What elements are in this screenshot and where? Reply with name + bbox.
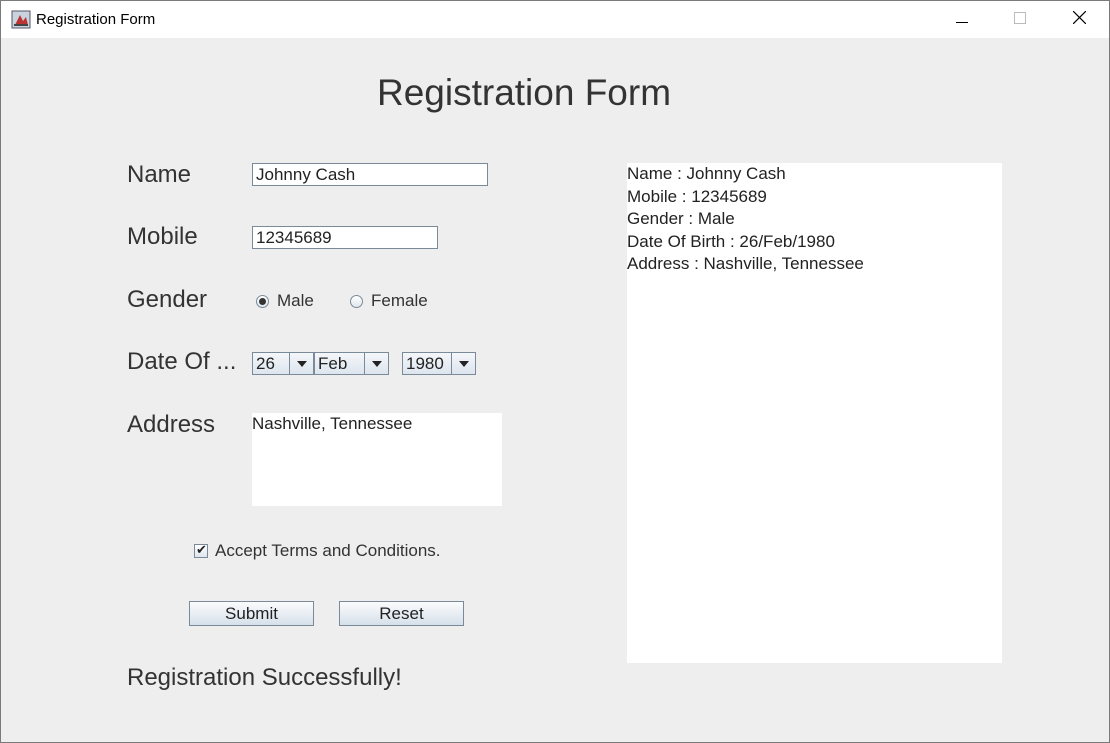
output-line: Address : Nashville, Tennessee bbox=[627, 254, 864, 273]
year-select[interactable]: 1980 bbox=[402, 352, 476, 375]
page-title: Registration Form bbox=[377, 72, 672, 113]
dob-label: Date Of ... bbox=[127, 348, 237, 375]
year-value: 1980 bbox=[406, 354, 444, 373]
address-textarea[interactable]: Nashville, Tennessee bbox=[252, 413, 502, 506]
terms-checkbox-row[interactable]: ✔ Accept Terms and Conditions. bbox=[194, 541, 441, 561]
output-line: Gender : Male bbox=[627, 209, 735, 228]
female-radio-label: Female bbox=[371, 291, 428, 310]
window-title: Registration Form bbox=[36, 11, 156, 28]
name-field[interactable]: Johnny Cash bbox=[252, 163, 488, 186]
mobile-field[interactable]: 12345689 bbox=[252, 226, 438, 249]
title-bar[interactable]: Registration Form bbox=[1, 1, 1109, 38]
mobile-label: Mobile bbox=[127, 223, 198, 250]
minimize-button[interactable] bbox=[933, 1, 991, 38]
terms-checkbox[interactable]: ✔ bbox=[194, 542, 208, 558]
java-cup-icon bbox=[11, 10, 31, 29]
month-value: Feb bbox=[318, 354, 348, 373]
close-icon bbox=[1072, 10, 1086, 29]
submit-button[interactable]: Submit bbox=[189, 601, 314, 626]
output-textarea[interactable]: Name : Johnny Cash Mobile : 12345689 Gen… bbox=[627, 163, 1002, 663]
female-radio[interactable] bbox=[350, 294, 363, 308]
day-select[interactable]: 26 bbox=[252, 352, 314, 375]
male-radio[interactable] bbox=[256, 294, 269, 308]
maximize-button[interactable] bbox=[991, 1, 1049, 38]
gender-male-option[interactable]: Male bbox=[256, 291, 314, 311]
gender-label: Gender bbox=[127, 286, 208, 313]
minimize-icon bbox=[956, 11, 968, 29]
name-label: Name bbox=[127, 161, 192, 188]
status-message: Registration Successfully! bbox=[127, 664, 402, 691]
male-radio-label: Male bbox=[277, 291, 314, 310]
address-label: Address bbox=[127, 411, 216, 438]
app-window: Registration Form Registration Form Name… bbox=[0, 0, 1110, 743]
month-select[interactable]: Feb bbox=[314, 352, 389, 375]
form-panel: Registration Form Name Johnny Cash Mobil… bbox=[1, 38, 1109, 742]
output-line: Mobile : 12345689 bbox=[627, 186, 767, 206]
output-line: Date Of Birth : 26/Feb/1980 bbox=[627, 231, 835, 251]
close-button[interactable] bbox=[1050, 1, 1108, 38]
gender-female-option[interactable]: Female bbox=[350, 291, 428, 311]
chevron-down-icon[interactable] bbox=[364, 353, 388, 374]
chevron-down-icon[interactable] bbox=[451, 353, 475, 374]
chevron-down-icon[interactable] bbox=[289, 353, 313, 374]
day-value: 26 bbox=[256, 354, 275, 373]
terms-label: Accept Terms and Conditions. bbox=[215, 541, 441, 560]
output-line: Name : Johnny Cash bbox=[627, 164, 786, 183]
maximize-icon bbox=[1014, 11, 1026, 29]
reset-button[interactable]: Reset bbox=[339, 601, 464, 626]
